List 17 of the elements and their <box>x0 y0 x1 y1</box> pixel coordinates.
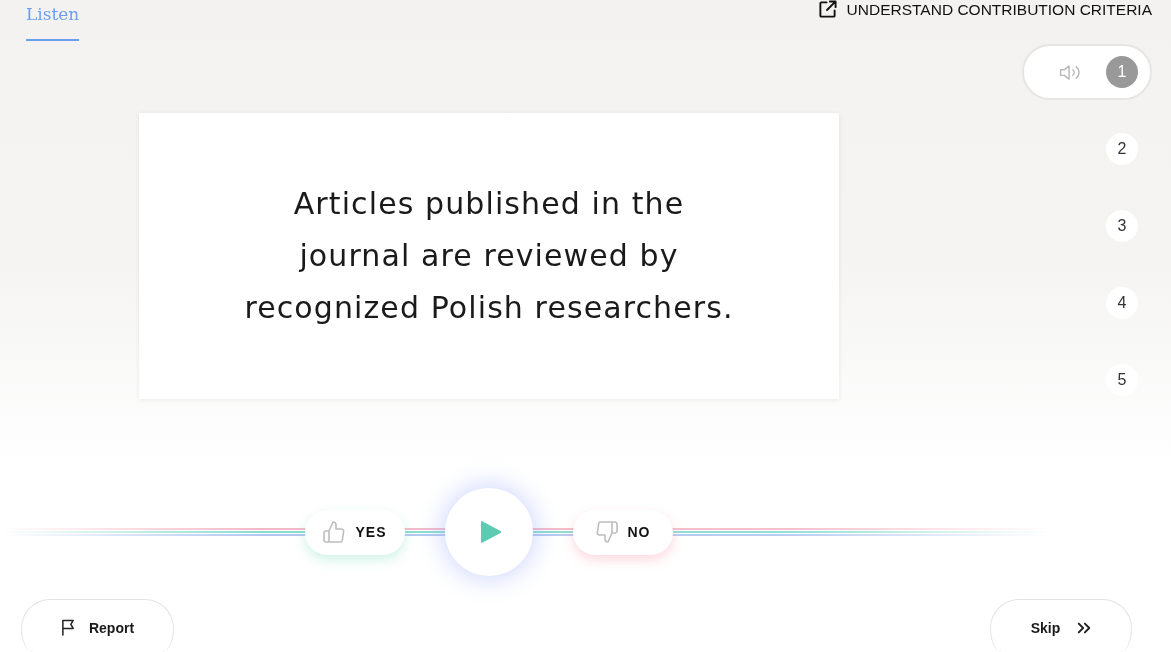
clip-number[interactable]: 3 <box>1106 210 1138 242</box>
external-link-icon <box>817 0 837 19</box>
yes-button[interactable]: YES <box>305 509 405 555</box>
clip-number[interactable]: 2 <box>1106 133 1138 165</box>
skip-button[interactable]: Skip <box>990 599 1132 652</box>
double-chevron-icon <box>1077 622 1092 634</box>
play-icon <box>480 520 502 544</box>
report-button[interactable]: Report <box>21 599 174 652</box>
thumbs-up-icon <box>323 521 346 543</box>
criteria-link[interactable]: UNDERSTAND CONTRIBUTION CRITERIA <box>817 0 1152 19</box>
no-button[interactable]: NO <box>573 509 673 555</box>
clip-number[interactable]: 4 <box>1106 287 1138 319</box>
clip-number[interactable]: 5 <box>1106 364 1138 396</box>
speaker-icon <box>1059 63 1082 81</box>
thumbs-down-icon <box>595 521 618 543</box>
sentence-text: Articles published in the journal are reviewed by recognized Polish researchers. <box>243 185 735 327</box>
flag-icon <box>60 619 76 636</box>
